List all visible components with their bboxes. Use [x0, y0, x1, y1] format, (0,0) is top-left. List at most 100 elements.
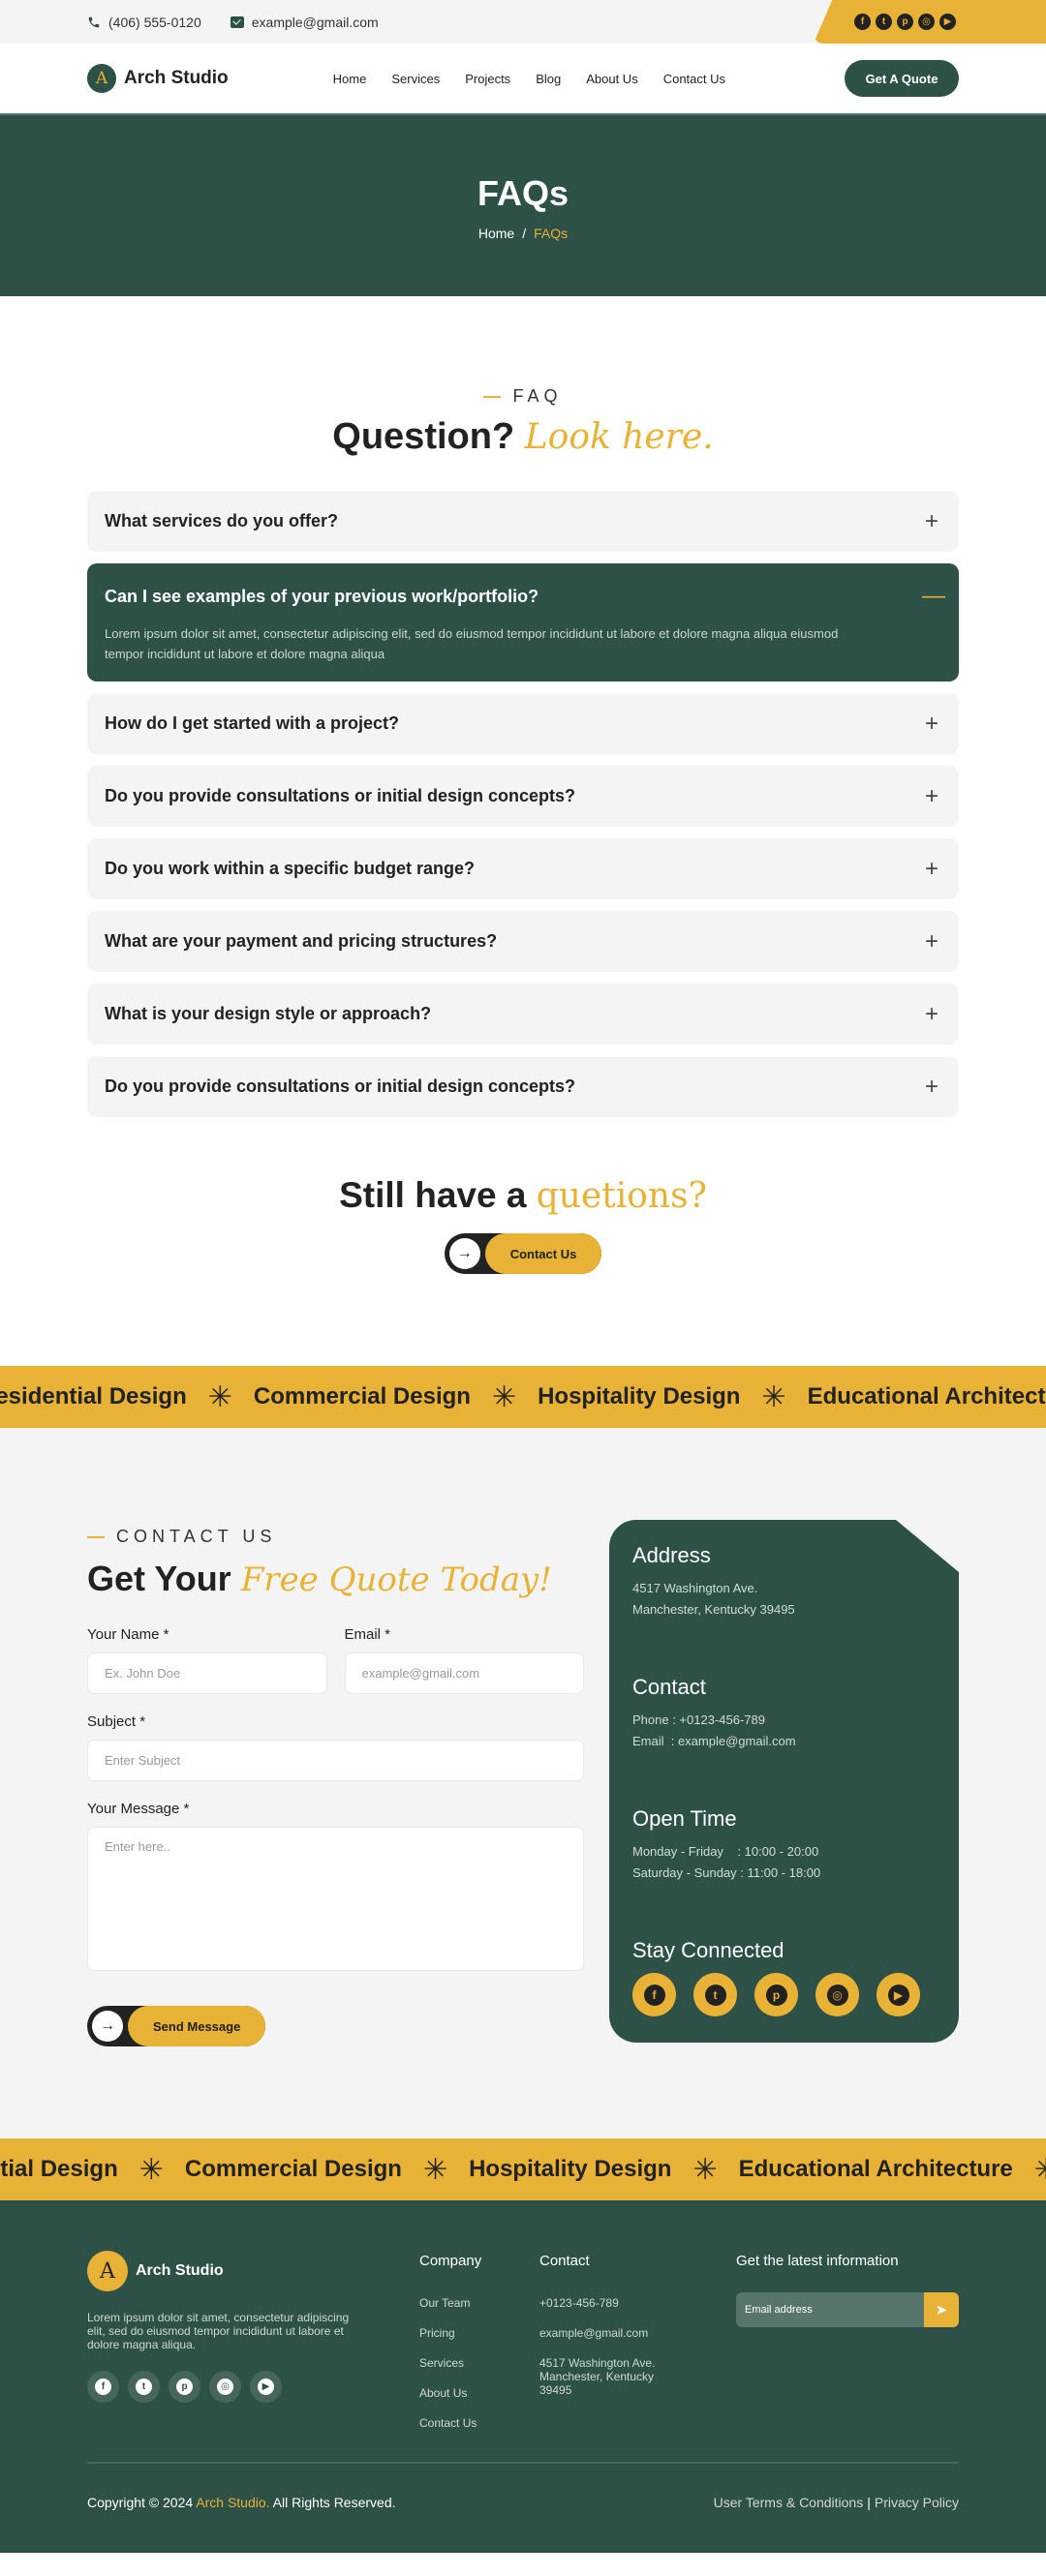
- nav-item-services[interactable]: Services: [391, 72, 440, 86]
- instagram-button[interactable]: ◎: [815, 1973, 859, 2016]
- footer-link-about-us[interactable]: About Us: [419, 2386, 539, 2400]
- plus-icon[interactable]: +: [922, 1001, 941, 1028]
- faq-item[interactable]: Do you work within a specific budget ran…: [87, 838, 959, 899]
- plus-icon[interactable]: +: [922, 711, 941, 738]
- nav-item-about-us[interactable]: About Us: [586, 72, 637, 86]
- terms-link[interactable]: User Terms & Conditions: [714, 2495, 864, 2510]
- faq-item[interactable]: What are your payment and pricing struct…: [87, 911, 959, 972]
- email-input[interactable]: example@gmail.com: [344, 1652, 584, 1694]
- instagram-button[interactable]: ◎: [209, 2371, 241, 2403]
- faq-item-expanded[interactable]: Can I see examples of your previous work…: [87, 563, 959, 682]
- footer-email[interactable]: example@gmail.com: [539, 2326, 736, 2340]
- copyright-brand[interactable]: Arch Studio.: [196, 2495, 269, 2510]
- marquee-item: Hospitality Design: [469, 2156, 672, 2182]
- topbar-email[interactable]: example@gmail.com: [230, 15, 379, 30]
- asterisk-icon: ✳: [692, 2153, 718, 2186]
- instagram-icon[interactable]: ◎: [918, 14, 935, 30]
- nav-item-home[interactable]: Home: [333, 72, 367, 86]
- subject-input[interactable]: Enter Subject: [87, 1740, 584, 1781]
- twitter-button[interactable]: t: [693, 1973, 737, 2016]
- copyright: Copyright © 2024 Arch Studio. All Rights…: [87, 2495, 396, 2510]
- name-input[interactable]: Ex. John Doe: [87, 1652, 327, 1694]
- faq-eyebrow: FAQ: [87, 386, 959, 407]
- footer-logo[interactable]: A Arch Studio: [87, 2251, 419, 2291]
- faq-question: Do you work within a specific budget ran…: [105, 859, 476, 878]
- plus-icon[interactable]: +: [922, 1074, 941, 1101]
- faq-answer: Lorem ipsum dolor sit amet, consectetur …: [105, 626, 839, 661]
- pinterest-button[interactable]: p: [169, 2371, 200, 2403]
- youtube-icon[interactable]: ▶: [939, 14, 956, 30]
- facebook-button[interactable]: f: [632, 1973, 676, 2016]
- facebook-button[interactable]: f: [87, 2371, 119, 2403]
- newsletter-email-input[interactable]: Email address: [736, 2292, 924, 2327]
- contact-us-button-label: Contact Us: [484, 1233, 602, 1274]
- footer-phone[interactable]: +0123-456-789: [539, 2296, 736, 2310]
- info-social-links: f t p ◎ ▶: [632, 1973, 936, 2016]
- minus-icon[interactable]: —: [922, 583, 945, 610]
- contact-info-card: Address 4517 Washington Ave. Manchester, …: [609, 1520, 959, 2043]
- link-divider: |: [867, 2495, 871, 2510]
- faq-question: What are your payment and pricing struct…: [105, 931, 498, 951]
- marquee-item: Residential Design: [0, 1383, 187, 1409]
- phone-icon: [88, 16, 100, 27]
- logo-icon: A: [87, 2251, 128, 2291]
- twitter-icon[interactable]: t: [876, 14, 892, 30]
- still-title-main: Still have a: [339, 1175, 527, 1215]
- nav-item-contact-us[interactable]: Contact Us: [663, 72, 725, 86]
- faq-item[interactable]: What services do you offer? +: [87, 491, 959, 552]
- contact-title-accent: Free Quote Today!: [240, 1561, 552, 1599]
- message-textarea[interactable]: Enter here..: [87, 1827, 584, 1971]
- nav-item-blog[interactable]: Blog: [536, 72, 561, 86]
- footer-link-pricing[interactable]: Pricing: [419, 2326, 539, 2340]
- faq-item[interactable]: What is your design style or approach? +: [87, 984, 959, 1045]
- marquee-item: Educational Architecture: [807, 1383, 1046, 1409]
- footer-link-services[interactable]: Services: [419, 2356, 539, 2370]
- privacy-link[interactable]: Privacy Policy: [875, 2495, 959, 2510]
- footer-link-contact-us[interactable]: Contact Us: [419, 2416, 539, 2430]
- send-message-button[interactable]: → Send Message: [87, 2006, 266, 2046]
- pinterest-button[interactable]: p: [754, 1973, 798, 2016]
- asterisk-icon: ✳: [422, 2153, 448, 2186]
- still-questions: Still have a quetions? → Contact Us: [87, 1175, 959, 1274]
- breadcrumb-separator: /: [522, 226, 527, 241]
- address-text: 4517 Washington Ave. Manchester, Kentucky…: [632, 1578, 936, 1621]
- asterisk-icon: ✳: [761, 1380, 786, 1413]
- topbar-phone[interactable]: (406) 555-0120: [87, 15, 201, 30]
- footer-link-our-team[interactable]: Our Team: [419, 2296, 539, 2310]
- contact-email[interactable]: Email : example@gmail.com: [632, 1734, 796, 1748]
- plus-icon[interactable]: +: [922, 928, 941, 955]
- youtube-button[interactable]: ▶: [877, 1973, 920, 2016]
- logo[interactable]: A Arch Studio: [87, 64, 229, 93]
- faq-question: Can I see examples of your previous work…: [105, 586, 539, 606]
- faq-item[interactable]: Do you provide consultations or initial …: [87, 1056, 959, 1117]
- faq-question: How do I get started with a project?: [105, 713, 400, 733]
- pinterest-icon[interactable]: p: [897, 14, 913, 30]
- facebook-icon: f: [95, 2379, 111, 2395]
- nav-item-projects[interactable]: Projects: [465, 72, 510, 86]
- eyebrow-dash: [87, 1535, 105, 1538]
- marquee-item: Residential Design: [0, 2156, 118, 2182]
- address-title: Address: [632, 1543, 711, 1567]
- faq-item[interactable]: Do you provide consultations or initial …: [87, 766, 959, 827]
- faq-eyebrow-text: FAQ: [512, 386, 563, 406]
- contact-phone[interactable]: Phone : +0123-456-789: [632, 1712, 765, 1727]
- plus-icon[interactable]: +: [922, 783, 941, 810]
- plus-icon[interactable]: +: [922, 856, 941, 883]
- youtube-button[interactable]: ▶: [250, 2371, 282, 2403]
- contact-eyebrow: CONTACT US: [87, 1527, 584, 1547]
- page-title: FAQs: [477, 173, 569, 213]
- plus-icon[interactable]: +: [922, 508, 941, 535]
- get-quote-button[interactable]: Get A Quote: [845, 60, 959, 97]
- pinterest-icon: p: [176, 2379, 193, 2395]
- contact-us-button[interactable]: → Contact Us: [444, 1233, 602, 1274]
- faq-question: What is your design style or approach?: [105, 1004, 432, 1023]
- main-nav: A Arch Studio Home Services Projects Blo…: [0, 44, 1046, 115]
- footer-about: Lorem ipsum dolor sit amet, consectetur …: [87, 2311, 350, 2351]
- faq-item[interactable]: How do I get started with a project? +: [87, 693, 959, 754]
- send-icon[interactable]: ➤: [924, 2292, 959, 2327]
- contact-title: Get Your Free Quote Today!: [87, 1559, 584, 1599]
- facebook-icon[interactable]: f: [854, 14, 871, 30]
- breadcrumb-home[interactable]: Home: [478, 226, 514, 241]
- twitter-button[interactable]: t: [128, 2371, 160, 2403]
- faq-question: Do you provide consultations or initial …: [105, 786, 576, 805]
